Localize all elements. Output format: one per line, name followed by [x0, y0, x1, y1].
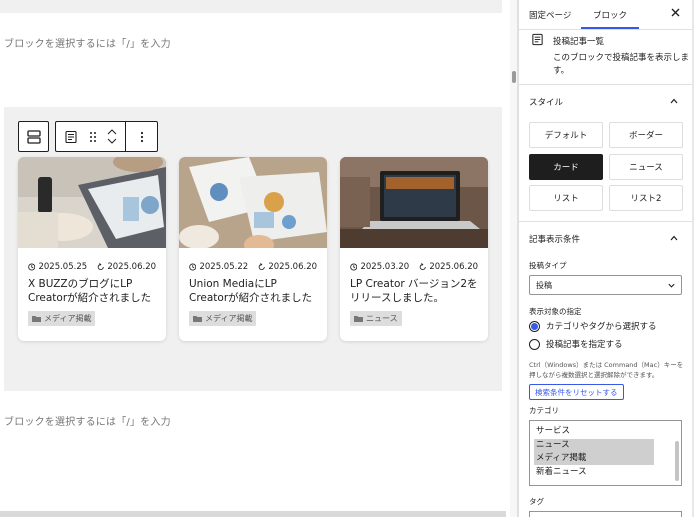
chevron-down-icon: [668, 283, 675, 288]
style-default-button[interactable]: デフォルト: [529, 122, 603, 148]
block-description: このブロックで投稿記事を表示します。: [553, 53, 690, 76]
post-thumbnail: [18, 157, 166, 248]
style-card-button[interactable]: カード: [529, 154, 603, 180]
block-options-button[interactable]: [126, 122, 157, 151]
style-list-button[interactable]: リスト: [529, 185, 603, 211]
drag-handle-icon: [89, 131, 96, 142]
multi-select-hint: Ctrl（Windows）または Command（Mac）キーを押しながら複数選…: [529, 361, 684, 379]
chevron-down-icon[interactable]: [107, 138, 117, 144]
editor-canvas: ブロックを選択するには「/」を入力 2025.05.25 2025.06.20 …: [0, 0, 510, 517]
canvas-scrollbar-thumb[interactable]: [512, 71, 516, 83]
category-option-selected[interactable]: ニュース: [534, 439, 654, 452]
divider: [519, 84, 694, 85]
style-border-button[interactable]: ボーダー: [609, 122, 683, 148]
target-label: 表示対象の指定: [529, 307, 582, 316]
conditions-panel-title[interactable]: 記事表示条件: [529, 233, 580, 245]
category-option[interactable]: サービス: [536, 425, 656, 438]
category-badge: メディア掲載: [189, 311, 257, 326]
tab-page[interactable]: 固定ページ: [529, 9, 571, 21]
category-option-selected[interactable]: メディア掲載: [534, 452, 654, 465]
clock-icon: [28, 263, 36, 271]
post-type-label: 投稿タイプ: [529, 261, 567, 270]
clock-icon: [189, 263, 197, 271]
post-thumbnail: [340, 157, 488, 248]
post-card[interactable]: 2025.05.22 2025.06.20 Union MediaにLP Cre…: [179, 157, 327, 341]
radio-button-selected[interactable]: [529, 320, 540, 332]
category-label: メディア掲載: [44, 314, 92, 323]
block-type-button[interactable]: [56, 122, 86, 151]
post-card[interactable]: 2025.03.20 2025.06.20 LP Creator バージョン2を…: [340, 157, 488, 341]
update-icon: [258, 263, 265, 271]
folder-icon: [354, 316, 363, 322]
tag-multiselect[interactable]: [529, 511, 682, 517]
move-buttons: [100, 122, 126, 151]
block-toolbar-main: [55, 121, 158, 152]
folder-icon: [32, 316, 41, 322]
close-icon: [671, 8, 680, 17]
empty-block-placeholder-top[interactable]: ブロックを選択するには「/」を入力: [4, 35, 171, 50]
listbox-scrollbar[interactable]: [675, 441, 679, 481]
tab-block[interactable]: ブロック: [593, 9, 627, 21]
category-label: ニュース: [366, 314, 398, 323]
post-title[interactable]: LP Creator バージョン2をリリースしました。: [350, 277, 478, 305]
style-panel-title[interactable]: スタイル: [529, 96, 563, 108]
previous-block[interactable]: [0, 0, 502, 13]
settings-sidebar: 固定ページ ブロック 投稿記事一覧 このブロックで投稿記事を表示します。 スタイ…: [518, 0, 694, 517]
chevron-up-icon[interactable]: [107, 129, 117, 135]
post-dates: 2025.03.20 2025.06.20: [350, 262, 478, 272]
post-dates: 2025.05.22 2025.06.20: [189, 262, 317, 272]
published-date: 2025.03.20: [360, 262, 410, 272]
post-type-select[interactable]: 投稿: [529, 275, 682, 295]
category-multiselect[interactable]: サービス ニュース メディア掲載 新着ニュース: [529, 420, 682, 486]
published-date: 2025.05.25: [38, 262, 88, 272]
horizontal-scrollbar[interactable]: [0, 511, 506, 517]
chevron-up-icon[interactable]: [669, 96, 679, 106]
style-news-button[interactable]: ニュース: [609, 154, 683, 180]
radio-category-tag[interactable]: カテゴリやタグから選択する: [529, 320, 657, 332]
radio-label: 投稿記事を指定する: [546, 340, 623, 350]
updated-date: 2025.06.20: [429, 262, 479, 272]
updated-date: 2025.06.20: [107, 262, 157, 272]
post-type-value: 投稿: [536, 280, 552, 290]
layout-rows-icon[interactable]: [26, 129, 42, 145]
category-badge: メディア掲載: [28, 311, 96, 326]
post-title[interactable]: Union MediaにLP Creatorが紹介されました: [189, 277, 317, 305]
update-icon: [97, 263, 104, 271]
drag-handle[interactable]: [86, 122, 100, 151]
post-title[interactable]: X BUZZのブログにLP Creatorが紹介されました: [28, 277, 156, 305]
radio-specific-posts[interactable]: 投稿記事を指定する: [529, 338, 623, 350]
style-list2-button[interactable]: リスト2: [609, 185, 683, 211]
folder-icon: [193, 316, 202, 322]
post-card[interactable]: 2025.05.25 2025.06.20 X BUZZのブログにLP Crea…: [18, 157, 166, 341]
post-dates: 2025.05.25 2025.06.20: [28, 262, 156, 272]
reset-conditions-button[interactable]: 検索条件をリセットする: [529, 384, 624, 400]
empty-block-placeholder-bottom[interactable]: ブロックを選択するには「/」を入力: [4, 413, 171, 428]
clock-icon: [350, 263, 358, 271]
chevron-up-icon[interactable]: [669, 233, 679, 243]
category-label: メディア掲載: [205, 314, 253, 323]
post-list-icon: [532, 33, 543, 46]
category-label: カテゴリ: [529, 406, 559, 415]
sidebar-tabs: 固定ページ ブロック: [519, 0, 694, 30]
updated-date: 2025.06.20: [268, 262, 318, 272]
close-sidebar-button[interactable]: [671, 6, 680, 20]
block-name: 投稿記事一覧: [553, 37, 605, 47]
post-cards: 2025.05.25 2025.06.20 X BUZZのブログにLP Crea…: [18, 157, 488, 341]
block-toolbar-transform[interactable]: [18, 121, 49, 152]
post-list-icon: [65, 130, 77, 143]
radio-label: カテゴリやタグから選択する: [546, 322, 657, 332]
update-icon: [419, 263, 426, 271]
active-tab-indicator: [581, 27, 639, 29]
published-date: 2025.05.22: [199, 262, 249, 272]
category-option[interactable]: 新着ニュース: [536, 466, 656, 479]
category-badge: ニュース: [350, 311, 402, 326]
radio-button[interactable]: [529, 338, 540, 350]
divider: [519, 221, 694, 222]
post-thumbnail: [179, 157, 327, 248]
tag-label: タグ: [529, 497, 544, 506]
more-vertical-icon: [140, 131, 143, 142]
